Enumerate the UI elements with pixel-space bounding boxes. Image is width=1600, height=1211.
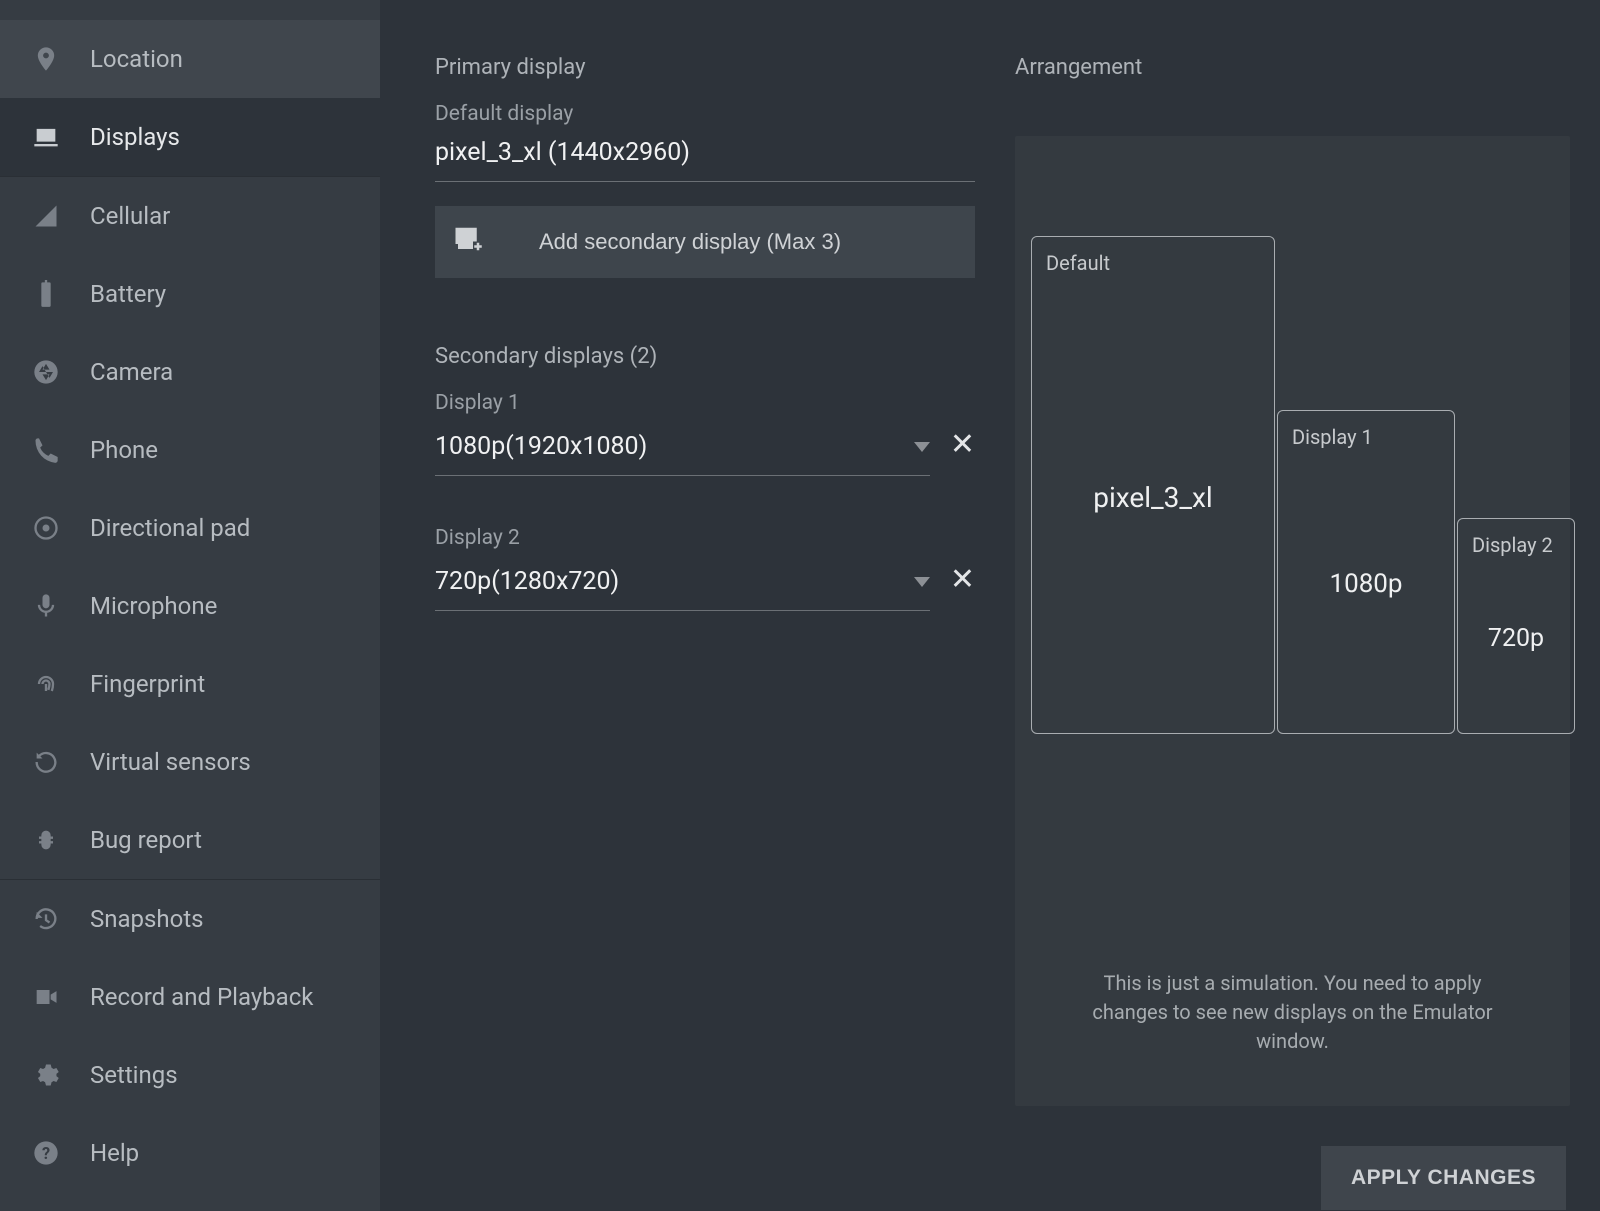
camera-aperture-icon [30,358,62,386]
sidebar-item-label: Bug report [90,826,202,854]
arrangement-device-1[interactable]: Display 1 1080p [1277,410,1455,734]
rotate-icon [30,748,62,776]
sidebar-item-directional-pad[interactable]: Directional pad [0,489,380,567]
device-tag: Default [1046,251,1260,275]
sidebar-item-label: Phone [90,436,158,464]
remove-display-1-button[interactable]: ✕ [950,427,975,476]
sidebar-item-battery[interactable]: Battery [0,255,380,333]
sidebar-item-settings[interactable]: Settings [0,1036,380,1114]
arrangement-device-2[interactable]: Display 2 720p [1457,518,1575,734]
apply-changes-button[interactable]: APPLY CHANGES [1321,1146,1566,1210]
sidebar-item-cellular[interactable]: Cellular [0,177,380,255]
sidebar-item-label: Location [90,45,183,73]
sidebar-item-label: Record and Playback [90,983,313,1011]
sidebar-item-label: Virtual sensors [90,748,251,776]
chevron-down-icon [914,577,930,587]
sidebar-item-label: Snapshots [90,905,204,933]
arrangement-title: Arrangement [1015,55,1570,80]
sidebar-item-record-playback[interactable]: Record and Playback [0,958,380,1036]
sidebar-item-phone[interactable]: Phone [0,411,380,489]
history-icon [30,905,62,933]
sidebar-item-virtual-sensors[interactable]: Virtual sensors [0,723,380,801]
sidebar-item-location[interactable]: Location [0,20,380,98]
svg-text:?: ? [42,1144,50,1163]
sidebar-item-microphone[interactable]: Microphone [0,567,380,645]
bug-icon [30,826,62,854]
device-name: pixel_3_xl [1046,481,1260,514]
chevron-down-icon [914,442,930,452]
add-secondary-display-button[interactable]: Add secondary display (Max 3) [435,206,975,278]
display-2-label: Display 2 [435,526,975,550]
default-display-label: Default display [435,102,975,126]
sidebar-item-label: Cellular [90,202,170,230]
microphone-icon [30,592,62,620]
sidebar-item-label: Help [90,1139,139,1167]
location-pin-icon [30,45,62,73]
sidebar-item-help[interactable]: ? Help [0,1114,380,1192]
battery-icon [30,280,62,308]
primary-display-title: Primary display [435,55,975,80]
arrangement-stage: Default pixel_3_xl Display 1 1080p Displ… [1031,234,1570,734]
sidebar-item-label: Camera [90,358,173,386]
display-2-select[interactable]: 720p(1280x720) [435,567,930,611]
display-2-value: 720p(1280x720) [435,567,619,596]
arrangement-note: This is just a simulation. You need to a… [1015,969,1570,1106]
sidebar-item-bug-report[interactable]: Bug report [0,801,380,879]
remove-display-2-button[interactable]: ✕ [950,562,975,611]
display-1-label: Display 1 [435,391,975,415]
add-display-icon [453,224,483,260]
sidebar: Location Displays Cellular Battery Camer… [0,0,380,1211]
secondary-displays-title: Secondary displays (2) [435,344,975,369]
device-tag: Display 2 [1472,533,1560,557]
cellular-signal-icon [30,202,62,230]
display-1-select[interactable]: 1080p(1920x1080) [435,432,930,476]
fingerprint-icon [30,670,62,698]
sidebar-item-camera[interactable]: Camera [0,333,380,411]
laptop-icon [30,123,62,151]
arrangement-panel: Default pixel_3_xl Display 1 1080p Displ… [1015,136,1570,1106]
phone-icon [30,436,62,464]
sidebar-item-label: Directional pad [90,514,250,542]
sidebar-item-label: Battery [90,280,166,308]
device-name: 720p [1472,624,1560,653]
dpad-icon [30,514,62,542]
sidebar-item-snapshots[interactable]: Snapshots [0,880,380,958]
sidebar-item-label: Settings [90,1061,178,1089]
sidebar-item-displays[interactable]: Displays [0,98,380,176]
device-tag: Display 1 [1292,425,1440,449]
device-name: 1080p [1292,569,1440,599]
sidebar-item-fingerprint[interactable]: Fingerprint [0,645,380,723]
arrangement-device-default[interactable]: Default pixel_3_xl [1031,236,1275,734]
gear-icon [30,1061,62,1089]
main-content: Primary display Default display pixel_3_… [380,0,1600,1211]
display-1-value: 1080p(1920x1080) [435,432,647,461]
sidebar-item-label: Microphone [90,592,217,620]
sidebar-item-label: Fingerprint [90,670,205,698]
sidebar-item-label: Displays [90,123,180,151]
add-secondary-display-label: Add secondary display (Max 3) [539,229,841,255]
video-camera-icon [30,983,62,1011]
default-display-value[interactable]: pixel_3_xl (1440x2960) [435,138,975,182]
help-icon: ? [30,1139,62,1167]
